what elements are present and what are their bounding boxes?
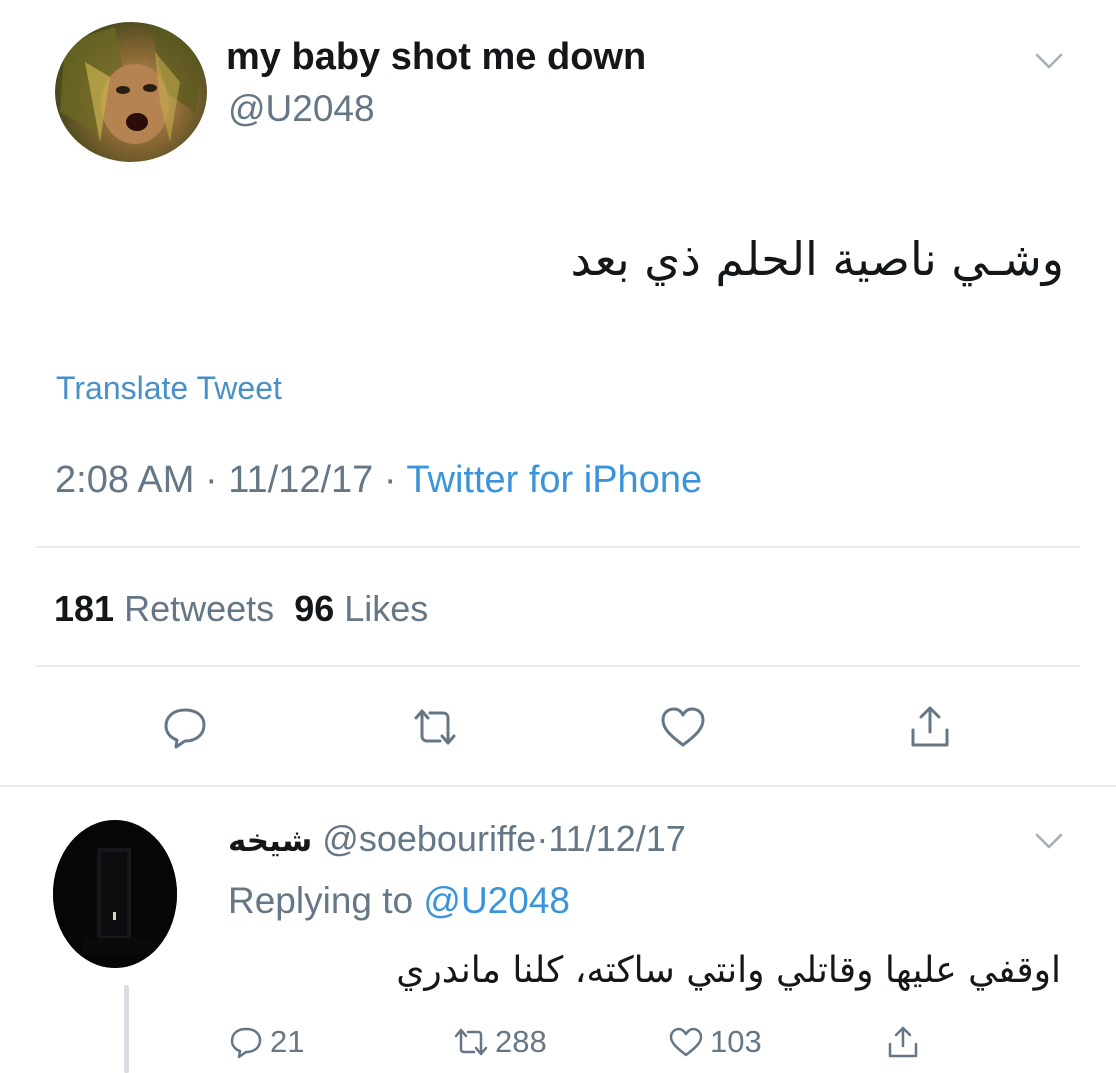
reply-retweet-button[interactable]: 288 [453, 1022, 547, 1062]
heart-icon [669, 1027, 703, 1057]
reply-display-name[interactable]: شيخه [228, 823, 312, 859]
retweets-label: Retweets [124, 588, 275, 629]
display-name[interactable]: my baby shot me down [226, 36, 646, 79]
meta-separator: · [204, 459, 218, 501]
share-button[interactable] [905, 702, 955, 752]
likes-count: 96 [294, 588, 335, 629]
reply-icon [164, 708, 206, 749]
retweets-count: 181 [54, 588, 115, 629]
reply-date: 11/12/17 [548, 818, 686, 859]
like-count: 103 [710, 1024, 762, 1059]
tweet-date: 11/12/17 [228, 459, 374, 501]
reply-share-button[interactable] [885, 1022, 921, 1062]
divider [0, 785, 1116, 787]
like-button[interactable] [658, 702, 708, 752]
tweet-meta: 2:08 AM · 11/12/17 · Twitter for iPhone [55, 459, 702, 502]
divider [36, 665, 1080, 667]
replying-to: Replying to @U2048 [228, 880, 570, 922]
reply-reply-button[interactable]: 21 [228, 1022, 304, 1062]
tweet-text: وشـي ناصية الحلم ذي بعد [570, 232, 1064, 286]
divider [36, 546, 1080, 548]
reply-button[interactable] [160, 702, 210, 752]
thread-line [124, 985, 129, 1073]
retweet-icon [454, 1028, 488, 1056]
reply-text: اوقفي عليها وقاتلي وانتي ساكته، كلنا مان… [396, 950, 1061, 991]
heart-icon [661, 707, 705, 747]
tweet-source-link[interactable]: Twitter for iPhone [406, 459, 702, 501]
reply-header: شيخه @soebouriffe·11/12/17 [228, 818, 686, 860]
avatar-image [60, 22, 205, 144]
translate-tweet-link[interactable]: Translate Tweet [56, 370, 282, 407]
likes-label: Likes [344, 588, 429, 629]
chevron-down-icon[interactable] [1034, 830, 1064, 852]
retweet-count: 288 [495, 1024, 547, 1059]
likes-stat[interactable]: 96 Likes [294, 588, 428, 629]
reply-count: 21 [270, 1024, 305, 1059]
replying-prefix: Replying to [228, 880, 414, 921]
reply-like-button[interactable]: 103 [668, 1022, 762, 1062]
meta-separator: · [383, 459, 397, 501]
retweets-stat[interactable]: 181 Retweets [54, 588, 274, 629]
engagement-counts: 181 Retweets 96 Likes [54, 588, 428, 630]
reply-handle[interactable]: @soebouriffe [322, 818, 536, 859]
retweet-button[interactable] [410, 702, 460, 752]
meta-separator: · [536, 818, 549, 859]
reply-icon [230, 1027, 262, 1059]
chevron-down-icon[interactable] [1034, 50, 1064, 72]
mention-link[interactable]: @U2048 [423, 880, 570, 921]
reply-avatar[interactable] [53, 820, 177, 968]
user-handle[interactable]: @U2048 [228, 88, 375, 130]
share-icon [888, 1026, 918, 1058]
avatar[interactable] [55, 22, 207, 162]
share-icon [911, 706, 949, 747]
tweet-time: 2:08 AM [55, 459, 195, 501]
retweet-icon [414, 709, 456, 745]
reply-avatar-image [53, 820, 177, 968]
